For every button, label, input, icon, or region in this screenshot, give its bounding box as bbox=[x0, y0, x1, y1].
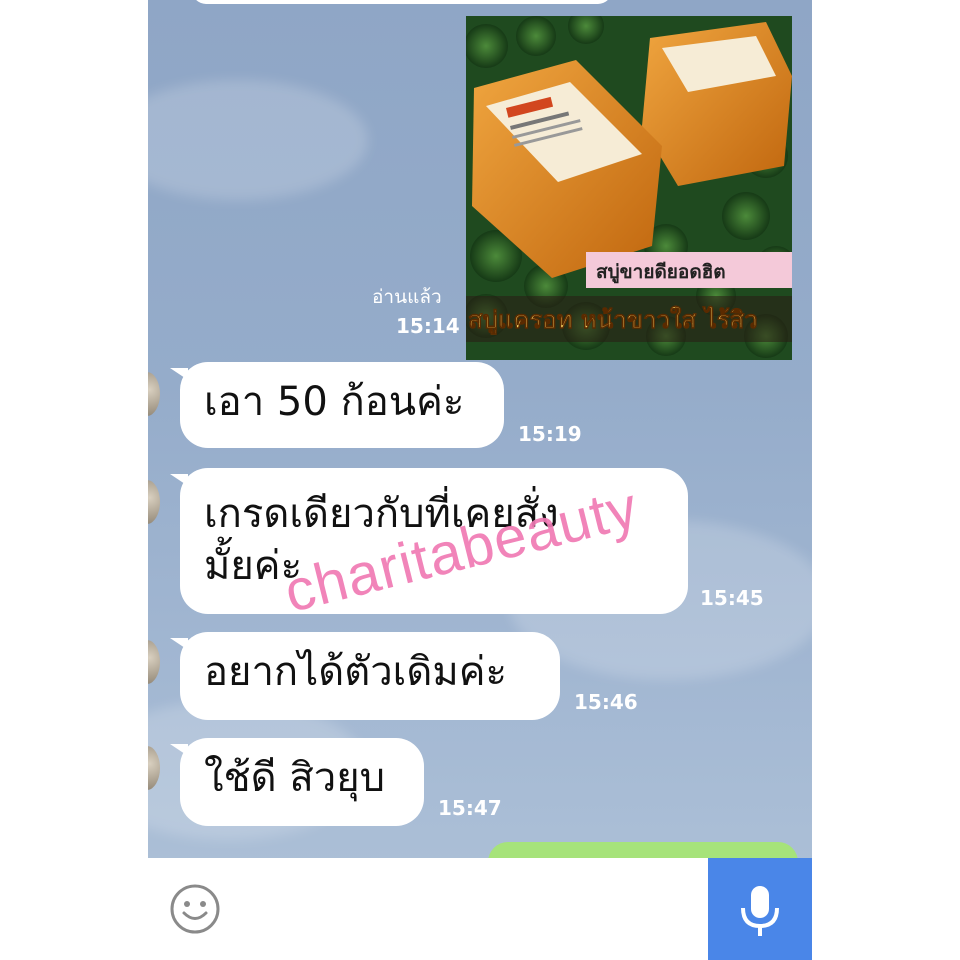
message-text: เอา 50 ก้อนค่ะ bbox=[204, 379, 465, 425]
sender-avatar[interactable] bbox=[148, 480, 160, 524]
bubble-tail bbox=[170, 474, 188, 486]
sender-avatar[interactable] bbox=[148, 372, 160, 416]
message-input[interactable] bbox=[238, 874, 698, 944]
chat-screen: อ่านแล้ว 15:14 สบู่ขายดียอดฮิต สบู่แครอท… bbox=[148, 0, 812, 960]
sender-avatar[interactable] bbox=[148, 640, 160, 684]
previous-message-bubble[interactable] bbox=[192, 0, 612, 4]
carrot-soap-photo: สบู่ขายดียอดฮิต สบู่แครอท หน้าขาวใส ไร้ส… bbox=[466, 16, 792, 360]
message-time: 15:14 bbox=[396, 314, 460, 338]
message-bubble[interactable]: อยากได้ตัวเดิมค่ะ bbox=[170, 632, 560, 720]
banner-bottom-text: สบู่แครอท หน้าขาวใส ไร้สิว bbox=[468, 305, 758, 335]
message-time: 15:47 bbox=[438, 796, 502, 820]
product-image-message[interactable]: สบู่ขายดียอดฮิต สบู่แครอท หน้าขาวใส ไร้ส… bbox=[466, 16, 792, 360]
voice-record-button[interactable] bbox=[708, 858, 812, 960]
message-text: ใช้ดี สิวยุบ bbox=[204, 755, 386, 801]
background-cloud bbox=[148, 80, 368, 200]
message-input-bar bbox=[148, 858, 812, 960]
smiley-face-icon[interactable] bbox=[168, 882, 222, 936]
message-text: อยากได้ตัวเดิมค่ะ bbox=[204, 649, 507, 695]
bubble-tail bbox=[170, 638, 188, 650]
read-receipt: อ่านแล้ว bbox=[372, 286, 442, 308]
message-time: 15:19 bbox=[518, 422, 582, 446]
bubble-tail bbox=[170, 368, 188, 380]
banner-top-text: สบู่ขายดียอดฮิต bbox=[596, 261, 726, 284]
message-bubble[interactable]: เอา 50 ก้อนค่ะ bbox=[170, 362, 504, 448]
message-bubble[interactable]: ใช้ดี สิวยุบ bbox=[170, 738, 424, 826]
message-time: 15:46 bbox=[574, 690, 638, 714]
message-time: 15:45 bbox=[700, 586, 764, 610]
microphone-icon bbox=[741, 886, 779, 936]
bubble-tail bbox=[170, 744, 188, 756]
